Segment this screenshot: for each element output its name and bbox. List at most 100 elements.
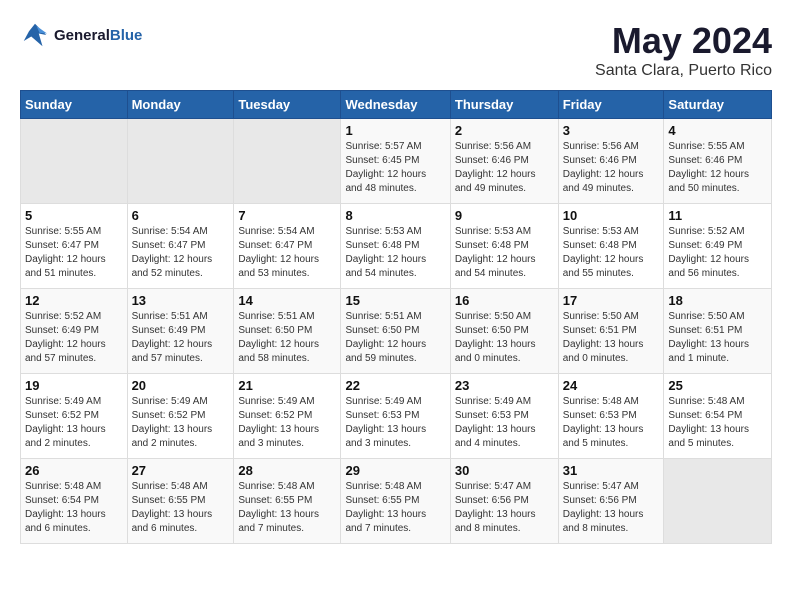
table-row: 8 Sunrise: 5:53 AM Sunset: 6:48 PM Daylig… [341,204,450,289]
day-number: 30 [455,463,554,478]
day-info: Sunrise: 5:53 AM Sunset: 6:48 PM Dayligh… [345,225,445,281]
table-row: 25 Sunrise: 5:48 AM Sunset: 6:54 PM Dayli… [664,374,772,459]
calendar-table: Sunday Monday Tuesday Wednesday Thursday… [20,90,772,544]
table-row: 13 Sunrise: 5:51 AM Sunset: 6:49 PM Dayli… [127,289,234,374]
day-number: 4 [668,123,767,138]
day-number: 5 [25,208,123,223]
table-row: 20Sunrise: 5:49 AM Sunset: 6:52 PM Dayli… [127,374,234,459]
table-row: 12Sunrise: 5:52 AM Sunset: 6:49 PM Dayli… [21,289,128,374]
table-row: 26 Sunrise: 5:48 AM Sunset: 6:54 PM Dayli… [21,459,128,544]
day-info: Sunrise: 5:53 AM Sunset: 6:48 PM Dayligh… [563,225,660,281]
table-row: 18 Sunrise: 5:50 AM Sunset: 6:51 PM Dayli… [664,289,772,374]
day-info: Sunrise: 5:50 AM Sunset: 6:50 PM Dayligh… [455,310,554,366]
table-row [234,119,341,204]
calendar-week-row: 1 Sunrise: 5:57 AM Sunset: 6:45 PM Daylig… [21,119,772,204]
table-row: 10 Sunrise: 5:53 AM Sunset: 6:48 PM Dayli… [558,204,664,289]
page-header: GeneralBlue May 2024 Santa Clara, Puerto… [20,20,772,80]
day-info: Sunrise: 5:48 AM Sunset: 6:54 PM Dayligh… [668,395,767,451]
table-row: 2Sunrise: 5:56 AM Sunset: 6:46 PM Daylig… [450,119,558,204]
day-number: 27 [132,463,230,478]
day-info: Sunrise: 5:55 AM Sunset: 6:47 PM Dayligh… [25,225,123,281]
day-info: Sunrise: 5:48 AM Sunset: 6:55 PM Dayligh… [238,480,336,536]
day-info: Sunrise: 5:54 AM Sunset: 6:47 PM Dayligh… [132,225,230,281]
day-info: Sunrise: 5:57 AM Sunset: 6:45 PM Dayligh… [345,140,445,196]
calendar-week-row: 26 Sunrise: 5:48 AM Sunset: 6:54 PM Dayli… [21,459,772,544]
calendar-week-row: 5 Sunrise: 5:55 AM Sunset: 6:47 PM Daylig… [21,204,772,289]
day-number: 29 [345,463,445,478]
table-row: 27 Sunrise: 5:48 AM Sunset: 6:55 PM Dayli… [127,459,234,544]
day-number: 19 [25,378,123,393]
day-number: 24 [563,378,660,393]
header-friday: Friday [558,91,664,119]
table-row: 4 Sunrise: 5:55 AM Sunset: 6:46 PM Daylig… [664,119,772,204]
logo-text: GeneralBlue [54,27,142,44]
table-row [127,119,234,204]
day-info: Sunrise: 5:47 AM Sunset: 6:56 PM Dayligh… [563,480,660,536]
day-info: Sunrise: 5:55 AM Sunset: 6:46 PM Dayligh… [668,140,767,196]
day-number: 11 [668,208,767,223]
day-number: 1 [345,123,445,138]
day-info: Sunrise: 5:50 AM Sunset: 6:51 PM Dayligh… [563,310,660,366]
day-number: 3 [563,123,660,138]
month-title: May 2024 [595,20,772,62]
day-info: Sunrise: 5:47 AM Sunset: 6:56 PM Dayligh… [455,480,554,536]
day-number: 15 [345,293,445,308]
day-info: Sunrise: 5:50 AM Sunset: 6:51 PM Dayligh… [668,310,767,366]
logo: GeneralBlue [20,20,142,50]
day-number: 25 [668,378,767,393]
table-row: 22Sunrise: 5:49 AM Sunset: 6:53 PM Dayli… [341,374,450,459]
day-number: 13 [132,293,230,308]
table-row: 14Sunrise: 5:51 AM Sunset: 6:50 PM Dayli… [234,289,341,374]
day-info: Sunrise: 5:49 AM Sunset: 6:53 PM Dayligh… [345,395,445,451]
location-subtitle: Santa Clara, Puerto Rico [595,62,772,80]
day-info: Sunrise: 5:49 AM Sunset: 6:52 PM Dayligh… [238,395,336,451]
day-info: Sunrise: 5:52 AM Sunset: 6:49 PM Dayligh… [25,310,123,366]
table-row: 24Sunrise: 5:48 AM Sunset: 6:53 PM Dayli… [558,374,664,459]
day-info: Sunrise: 5:48 AM Sunset: 6:54 PM Dayligh… [25,480,123,536]
day-number: 16 [455,293,554,308]
day-info: Sunrise: 5:53 AM Sunset: 6:48 PM Dayligh… [455,225,554,281]
day-number: 21 [238,378,336,393]
table-row: 19 Sunrise: 5:49 AM Sunset: 6:52 PM Dayli… [21,374,128,459]
table-row [21,119,128,204]
day-info: Sunrise: 5:56 AM Sunset: 6:46 PM Dayligh… [455,140,554,196]
table-row [664,459,772,544]
day-number: 26 [25,463,123,478]
table-row: 17 Sunrise: 5:50 AM Sunset: 6:51 PM Dayli… [558,289,664,374]
table-row: 31 Sunrise: 5:47 AM Sunset: 6:56 PM Dayli… [558,459,664,544]
day-info: Sunrise: 5:49 AM Sunset: 6:52 PM Dayligh… [132,395,230,451]
calendar-week-row: 12Sunrise: 5:52 AM Sunset: 6:49 PM Dayli… [21,289,772,374]
table-row: 5 Sunrise: 5:55 AM Sunset: 6:47 PM Daylig… [21,204,128,289]
table-row: 1 Sunrise: 5:57 AM Sunset: 6:45 PM Daylig… [341,119,450,204]
title-area: May 2024 Santa Clara, Puerto Rico [595,20,772,80]
table-row: 29 Sunrise: 5:48 AM Sunset: 6:55 PM Dayli… [341,459,450,544]
day-info: Sunrise: 5:49 AM Sunset: 6:52 PM Dayligh… [25,395,123,451]
header-tuesday: Tuesday [234,91,341,119]
day-info: Sunrise: 5:51 AM Sunset: 6:49 PM Dayligh… [132,310,230,366]
table-row: 23Sunrise: 5:49 AM Sunset: 6:53 PM Dayli… [450,374,558,459]
table-row: 16 Sunrise: 5:50 AM Sunset: 6:50 PM Dayli… [450,289,558,374]
day-number: 10 [563,208,660,223]
weekday-header-row: Sunday Monday Tuesday Wednesday Thursday… [21,91,772,119]
day-info: Sunrise: 5:51 AM Sunset: 6:50 PM Dayligh… [345,310,445,366]
day-info: Sunrise: 5:56 AM Sunset: 6:46 PM Dayligh… [563,140,660,196]
day-number: 7 [238,208,336,223]
day-number: 17 [563,293,660,308]
table-row: 30 Sunrise: 5:47 AM Sunset: 6:56 PM Dayli… [450,459,558,544]
header-monday: Monday [127,91,234,119]
table-row: 15 Sunrise: 5:51 AM Sunset: 6:50 PM Dayli… [341,289,450,374]
day-number: 8 [345,208,445,223]
header-wednesday: Wednesday [341,91,450,119]
table-row: 9Sunrise: 5:53 AM Sunset: 6:48 PM Daylig… [450,204,558,289]
header-thursday: Thursday [450,91,558,119]
day-info: Sunrise: 5:51 AM Sunset: 6:50 PM Dayligh… [238,310,336,366]
day-info: Sunrise: 5:54 AM Sunset: 6:47 PM Dayligh… [238,225,336,281]
day-info: Sunrise: 5:48 AM Sunset: 6:55 PM Dayligh… [345,480,445,536]
day-info: Sunrise: 5:49 AM Sunset: 6:53 PM Dayligh… [455,395,554,451]
day-info: Sunrise: 5:48 AM Sunset: 6:55 PM Dayligh… [132,480,230,536]
header-saturday: Saturday [664,91,772,119]
day-number: 31 [563,463,660,478]
table-row: 6Sunrise: 5:54 AM Sunset: 6:47 PM Daylig… [127,204,234,289]
table-row: 7 Sunrise: 5:54 AM Sunset: 6:47 PM Daylig… [234,204,341,289]
day-number: 18 [668,293,767,308]
